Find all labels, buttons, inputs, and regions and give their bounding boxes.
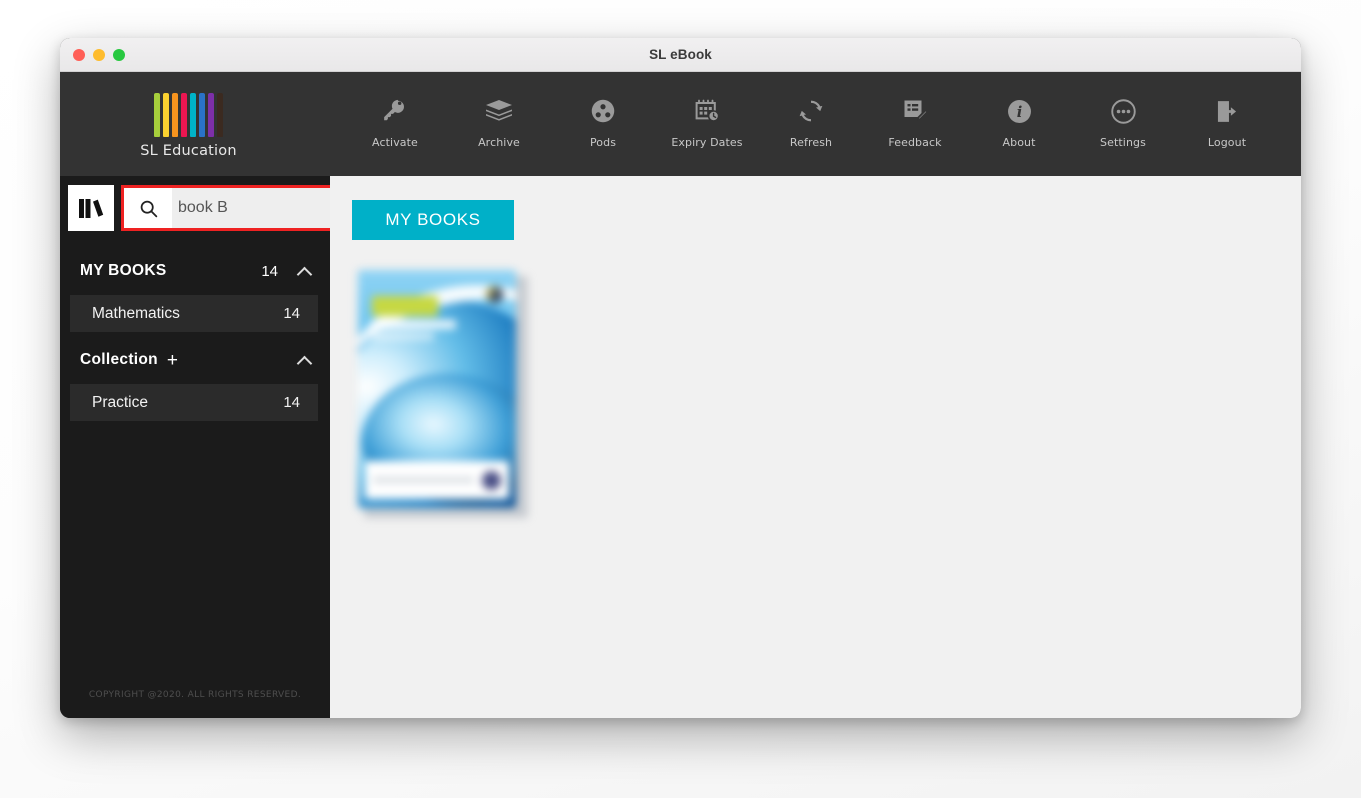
- toolbar-item-settings[interactable]: Settings: [1071, 95, 1175, 149]
- sidebar-search-row: [60, 176, 394, 231]
- brand-bar-3: [180, 93, 188, 137]
- brand-bars-icon: [153, 93, 224, 137]
- toolbar-label: Logout: [1207, 136, 1247, 149]
- search-icon: [124, 188, 172, 228]
- brand-bar-7: [216, 93, 224, 137]
- book-cover-art: [358, 270, 516, 508]
- toolbar-label: Expiry Dates: [671, 136, 743, 149]
- svg-text:i: i: [1016, 104, 1022, 121]
- cover-badge-icon: [486, 286, 503, 303]
- books-stack-icon: [484, 95, 514, 127]
- brand-name: SL Education: [140, 143, 237, 159]
- toolbar-item-feedback[interactable]: Feedback: [863, 95, 967, 149]
- info-circle-icon: i: [1006, 95, 1033, 127]
- brand-logo: SL Education: [60, 89, 317, 159]
- cover-label-tag: [372, 296, 438, 316]
- top-toolbar: SL Education Activate Archive Pods Expir…: [60, 72, 1301, 176]
- sidebar-section-my-books[interactable]: MY BOOKS 14: [60, 251, 330, 291]
- film-reel-icon: [590, 95, 616, 127]
- sidebar-section-collection[interactable]: Collection +: [60, 340, 330, 380]
- chevron-up-icon[interactable]: [298, 264, 312, 278]
- toolbar-label: Refresh: [789, 136, 833, 149]
- item-label: Practice: [92, 393, 148, 411]
- toolbar-label: Feedback: [888, 136, 942, 149]
- toolbar-item-activate[interactable]: Activate: [343, 95, 447, 149]
- book-shelf: [352, 270, 1301, 518]
- window-body: MY BOOKS 14 Mathematics 14 Collection +: [60, 176, 1301, 718]
- toolbar-item-archive[interactable]: Archive: [447, 95, 551, 149]
- window-title: SL eBook: [649, 47, 712, 62]
- brand-bar-0: [153, 93, 161, 137]
- book-cover-thumbnail[interactable]: [358, 270, 528, 518]
- sidebar: MY BOOKS 14 Mathematics 14 Collection +: [60, 176, 394, 718]
- toolbar-items: Activate Archive Pods Expiry Dates Refre…: [317, 95, 1301, 153]
- toolbar-label: About: [1002, 136, 1036, 149]
- section-title: Collection: [80, 351, 158, 368]
- sidebar-item-mathematics[interactable]: Mathematics 14: [70, 295, 318, 332]
- brand-bar-2: [171, 93, 179, 137]
- item-count: 14: [283, 305, 300, 322]
- toolbar-label: Settings: [1100, 136, 1146, 149]
- toolbar-label: Pods: [589, 136, 617, 149]
- cover-subtitle-line: [372, 333, 434, 340]
- toolbar-item-pods[interactable]: Pods: [551, 95, 655, 149]
- note-pencil-icon: [901, 95, 929, 127]
- add-collection-button[interactable]: +: [167, 351, 178, 370]
- cover-title-line: [372, 320, 456, 329]
- tab-my-books[interactable]: MY BOOKS: [352, 200, 514, 240]
- brand-bar-6: [207, 93, 215, 137]
- brand-bar-5: [198, 93, 206, 137]
- books-logo-icon: [68, 185, 114, 231]
- item-label: Mathematics: [92, 304, 180, 322]
- brand-bar-1: [162, 93, 170, 137]
- section-count: 14: [261, 262, 278, 280]
- toolbar-item-expiry-dates[interactable]: Expiry Dates: [655, 95, 759, 149]
- main-content: MY BOOKS: [330, 176, 1301, 718]
- chevron-up-icon[interactable]: [298, 353, 312, 367]
- desktop-background: SL eBook SL Education Activate Archive P…: [0, 0, 1361, 798]
- logout-icon: [1214, 95, 1241, 127]
- cover-bottom-bar: [365, 461, 509, 499]
- brand-bar-4: [189, 93, 197, 137]
- sidebar-item-practice[interactable]: Practice 14: [70, 384, 318, 421]
- toolbar-item-about[interactable]: i About: [967, 95, 1071, 149]
- cover-bottom-text-line: [373, 477, 474, 483]
- toolbar-label: Archive: [478, 136, 520, 149]
- toolbar-item-logout[interactable]: Logout: [1175, 95, 1279, 149]
- refresh-icon: [798, 95, 824, 127]
- section-title: MY BOOKS: [80, 262, 167, 279]
- calendar-clock-icon: [693, 95, 721, 127]
- item-count: 14: [283, 394, 300, 411]
- toolbar-item-refresh[interactable]: Refresh: [759, 95, 863, 149]
- application-window: SL eBook SL Education Activate Archive P…: [60, 38, 1301, 718]
- window-titlebar: SL eBook: [60, 38, 1301, 72]
- sidebar-navigation: MY BOOKS 14 Mathematics 14 Collection +: [60, 251, 330, 421]
- copyright-text: COPYRIGHT @2020. ALL RIGHTS RESERVED.: [88, 690, 302, 700]
- toolbar-label: Activate: [372, 136, 418, 149]
- cover-publisher-mark: [482, 470, 501, 490]
- section-title-wrap: Collection +: [80, 351, 278, 370]
- ellipsis-circle-icon: [1110, 95, 1137, 127]
- key-icon: [381, 95, 409, 127]
